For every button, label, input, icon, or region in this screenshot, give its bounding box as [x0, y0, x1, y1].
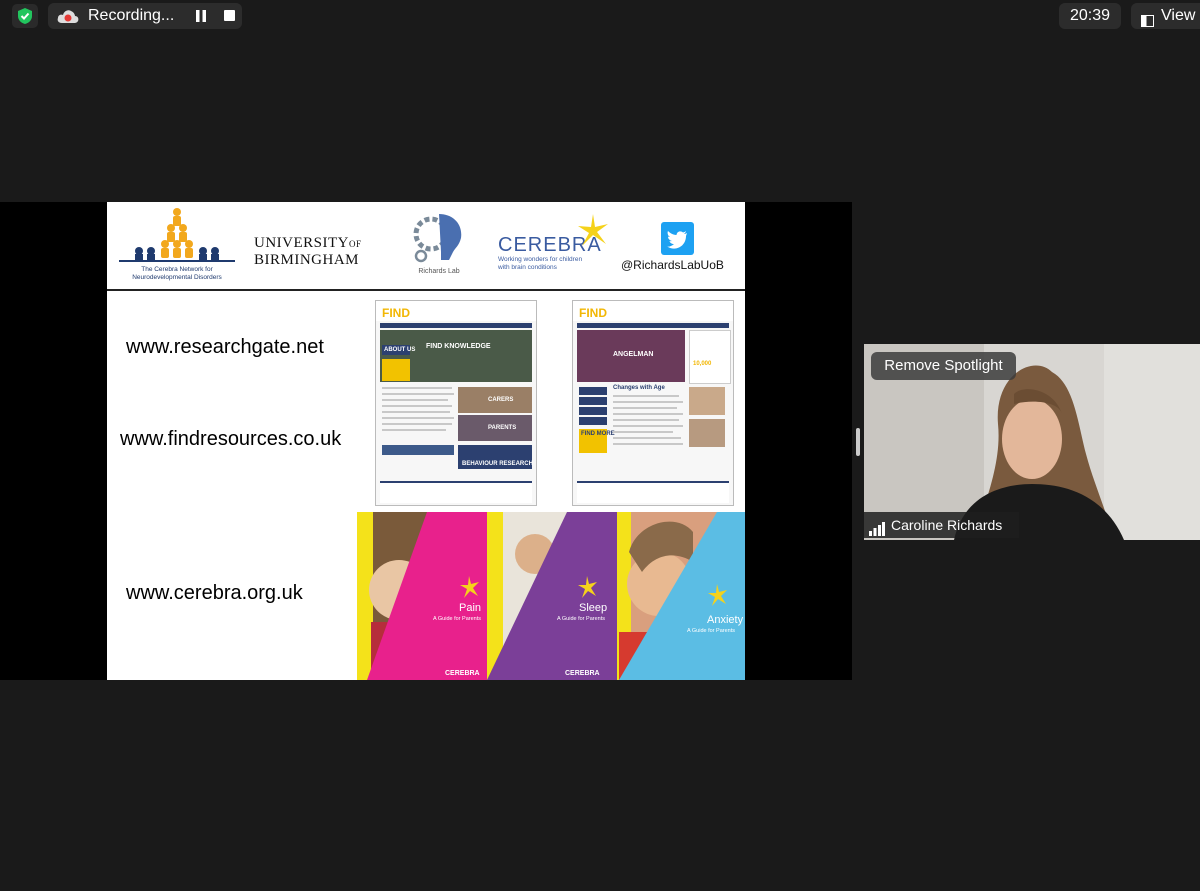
- carers-label: CARERS: [488, 397, 514, 403]
- resize-handle[interactable]: [856, 428, 860, 456]
- stop-icon[interactable]: [224, 10, 235, 21]
- parents-label: PARENTS: [488, 425, 517, 431]
- url-researchgate: www.researchgate.net: [126, 336, 324, 358]
- find-knowledge-banner: FIND KNOWLEDGE: [426, 343, 491, 350]
- url-cerebra: www.cerebra.org.uk: [126, 582, 303, 604]
- clock: 20:39: [1059, 3, 1121, 29]
- view-layout-icon: [1141, 10, 1154, 27]
- recording-indicator: Recording...: [48, 3, 242, 29]
- university-line2: BIRMINGHAM: [254, 252, 360, 268]
- pause-icon[interactable]: [194, 9, 208, 23]
- booklet-sleep-title: Sleep: [579, 602, 608, 614]
- recording-label: Recording...: [88, 7, 175, 24]
- meeting-toolbar: Recording... 20:39 View: [0, 0, 1200, 32]
- find-website-screenshot-2: FIND ANGELMAN 10,000 FIND MORE Changes w…: [572, 300, 734, 506]
- signal-bars-icon: [869, 518, 885, 536]
- stat-label: 10,000: [693, 361, 712, 367]
- cerebra-tagline-1: Working wonders for children: [498, 256, 583, 263]
- url-findresources: www.findresources.co.uk: [120, 428, 342, 450]
- twitter-icon: [661, 222, 694, 255]
- cloud-record-icon: [56, 8, 80, 29]
- star-icon: [578, 214, 608, 253]
- cerebra-network-caption-2: Neurodevelopmental Disorders: [132, 274, 222, 281]
- university-of: OF: [349, 239, 362, 249]
- find-website-screenshot-1: FIND FIND KNOWLEDGE ABOUT US CARERS PARE…: [375, 300, 537, 506]
- logo-banner: The Cerebra Network for Neurodevelopmenta…: [107, 202, 745, 291]
- participant-name: Caroline Richards: [891, 517, 1003, 533]
- cerebra-network-logo: The Cerebra Network for Neurodevelopmenta…: [117, 206, 237, 284]
- richards-lab-label: Richards Lab: [418, 268, 460, 275]
- cerebra-booklets-image: Pain A Guide for Parents Sleep A Guide f…: [357, 512, 745, 680]
- twitter-handle: @RichardsLabUoB: [621, 258, 724, 272]
- remove-spotlight-button[interactable]: Remove Spotlight: [871, 352, 1016, 380]
- university-line1: UNIVERSITY: [254, 235, 349, 251]
- cerebra-logo: CEREBRA Working wonders for children with…: [498, 214, 608, 274]
- booklet-pain-subtitle: A Guide for Parents: [433, 616, 481, 622]
- cerebra-network-caption-1: The Cerebra Network for: [141, 266, 213, 273]
- view-button[interactable]: View: [1131, 3, 1200, 29]
- booklet-anxiety-title: Anxiety: [707, 614, 744, 626]
- booklet-anxiety-subtitle: A Guide for Parents: [687, 628, 735, 634]
- booklet-pain-title: Pain: [459, 602, 482, 614]
- about-us-label: ABOUT US: [384, 347, 416, 353]
- changes-with-age-label: Changes with Age: [613, 385, 665, 391]
- booklet-sleep-brand: CEREBRA: [565, 670, 600, 677]
- university-birmingham-logo: UNIVERSITYOF BIRMINGHAM: [254, 235, 384, 268]
- shield-check-icon[interactable]: [12, 4, 38, 28]
- booklet-sleep-subtitle: A Guide for Parents: [557, 616, 605, 622]
- presentation-slide: The Cerebra Network for Neurodevelopmenta…: [107, 202, 745, 680]
- behaviour-research-label: BEHAVIOUR RESEARCH: [462, 461, 533, 467]
- richards-lab-logo: Richards Lab: [409, 208, 465, 286]
- find-more-label: FIND MORE: [581, 431, 615, 437]
- angelman-banner: ANGELMAN: [613, 351, 654, 358]
- cerebra-tagline-2: with brain conditions: [498, 264, 557, 271]
- booklet-pain-brand: CEREBRA: [445, 670, 480, 677]
- participant-name-tag: Caroline Richards: [864, 512, 1019, 538]
- view-label: View: [1161, 7, 1196, 24]
- find-logo: FIND: [382, 306, 410, 320]
- find-logo-2: FIND: [579, 306, 607, 320]
